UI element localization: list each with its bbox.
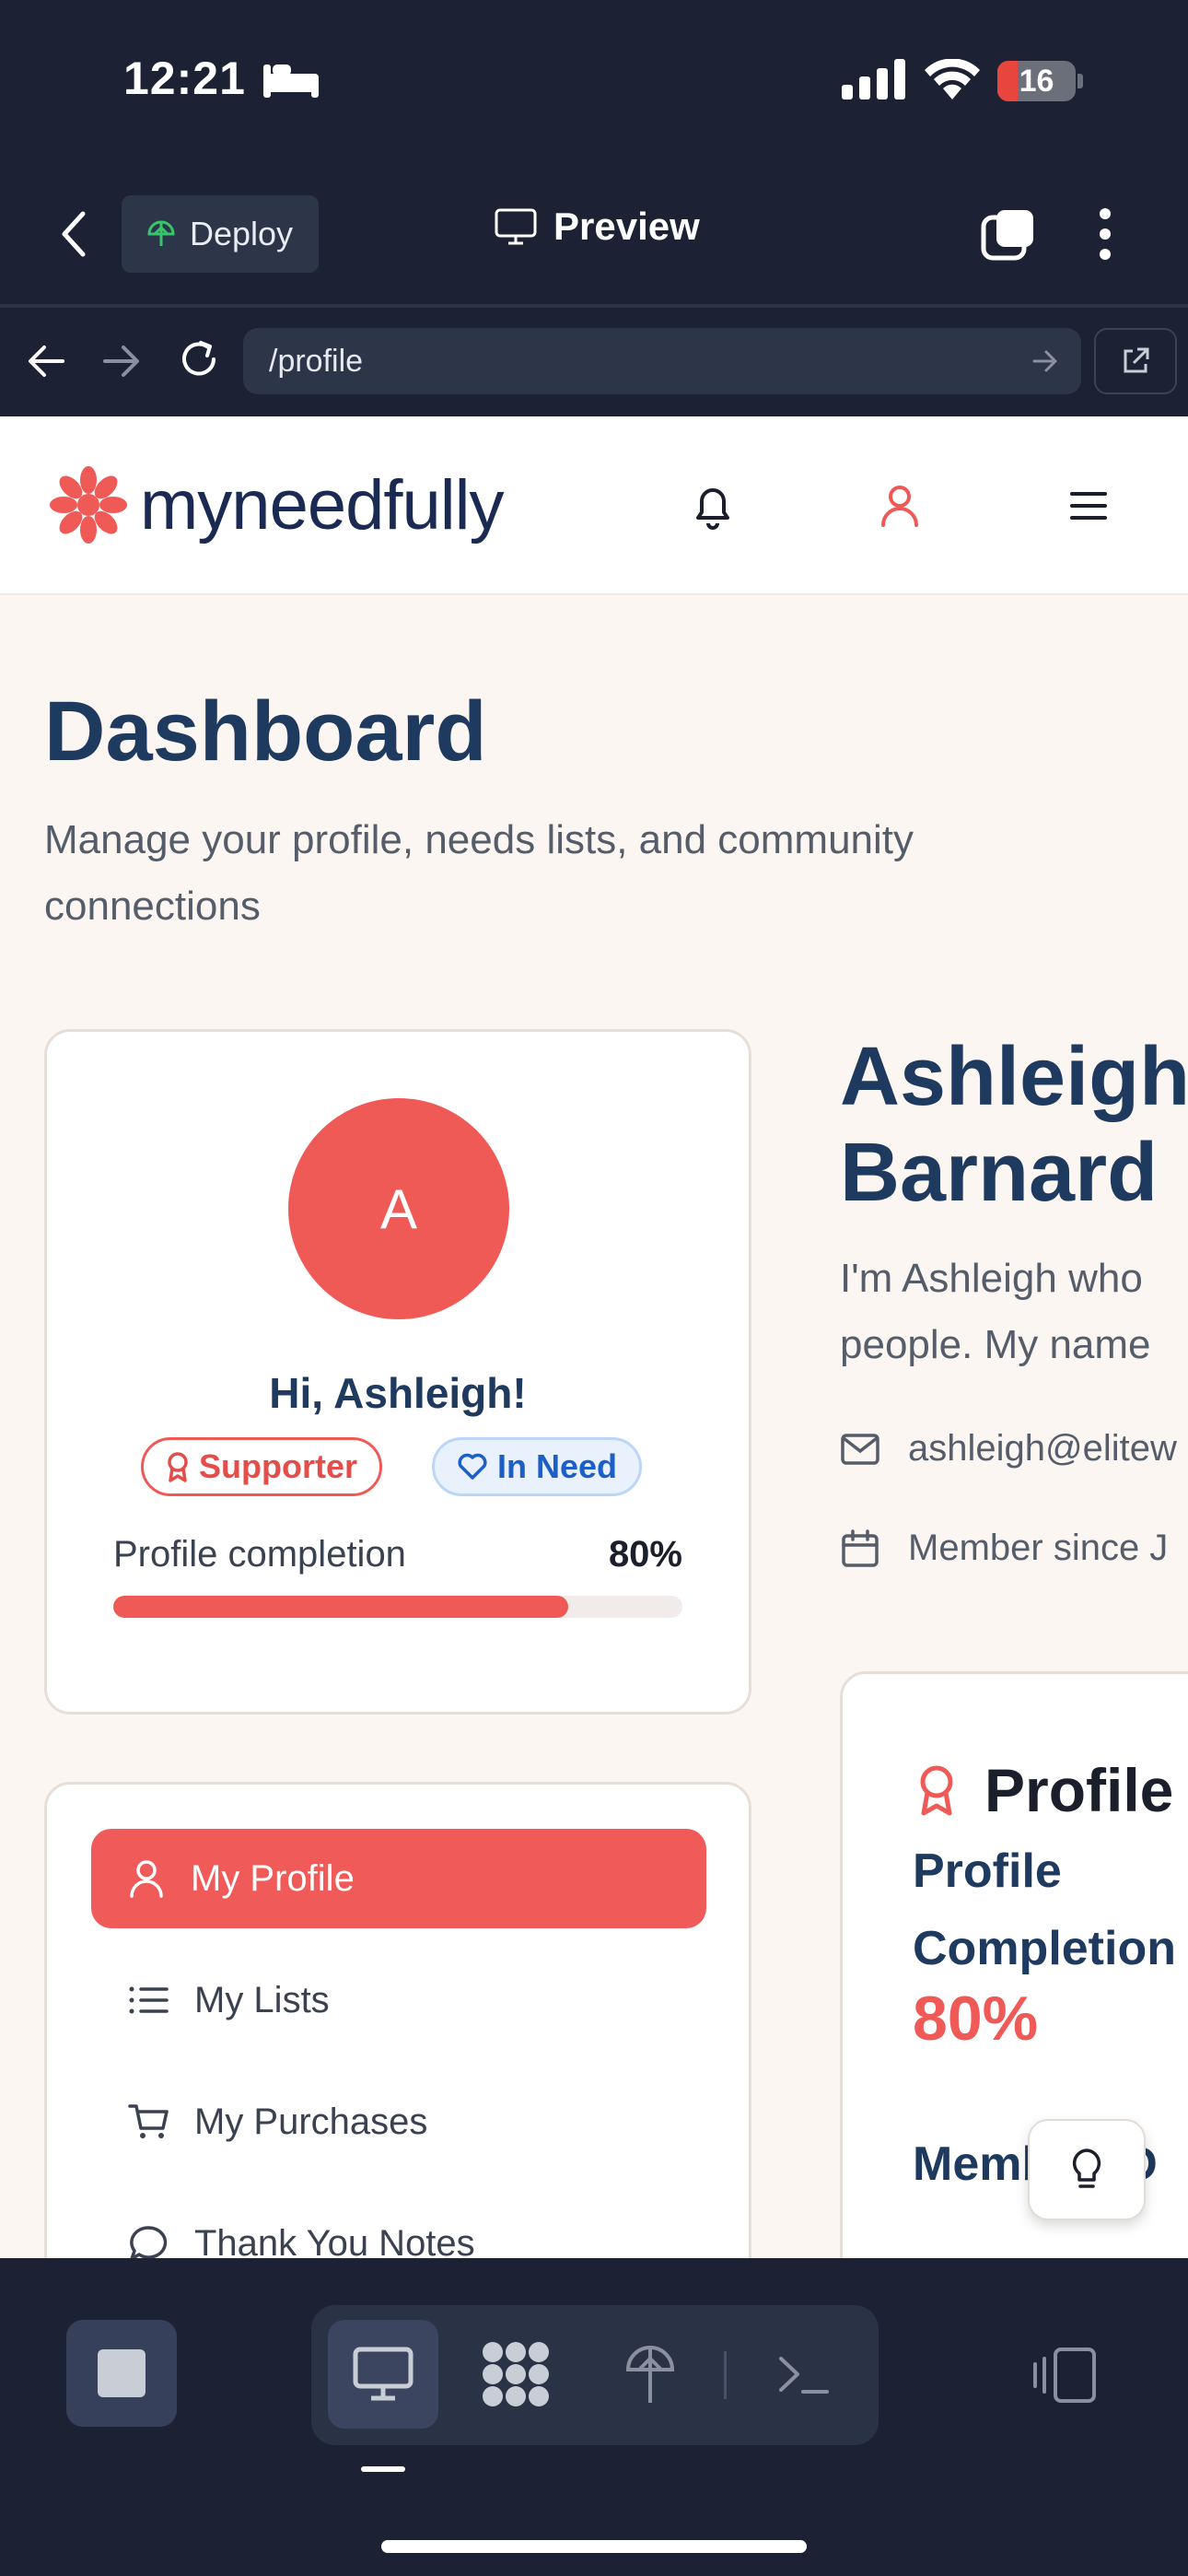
url-field[interactable]: /profile — [243, 328, 1081, 394]
sleep-mode-icon — [262, 61, 320, 100]
stop-icon — [98, 2349, 146, 2397]
member-since-row: Member since J — [840, 1528, 1168, 1569]
nav-item-label: Thank You Notes — [194, 2222, 475, 2259]
list-icon — [128, 1984, 169, 2017]
supporter-badge-label: Supporter — [199, 1447, 358, 1485]
monitor-icon — [495, 208, 537, 245]
profile-last-name: Barnard — [840, 1127, 1159, 1219]
in-need-badge-label: In Need — [497, 1447, 618, 1485]
lightbulb-icon — [1070, 2147, 1103, 2193]
overview-title-row: Profile — [916, 1755, 1173, 1825]
agent-view-button[interactable] — [460, 2320, 571, 2429]
device-rotate-icon[interactable] — [1030, 2346, 1100, 2405]
deployments-view-button[interactable] — [595, 2320, 705, 2429]
page-title: Dashboard — [44, 685, 487, 779]
preview-view-button[interactable] — [328, 2320, 438, 2429]
deploy-icon — [623, 2342, 678, 2406]
status-bar: 12:21 16 — [0, 0, 1188, 175]
avatar-initial: A — [379, 1177, 418, 1240]
supporter-badge: Supporter — [141, 1437, 383, 1496]
profile-summary-card: A Hi, Ashleigh! Supporter In Need Profil… — [44, 1029, 751, 1715]
calendar-icon — [840, 1528, 880, 1569]
web-viewport: myneedfully Dashboard Manage your profil… — [0, 416, 1188, 2258]
terminal-icon — [775, 2351, 831, 2397]
profile-completion-fill — [113, 1596, 569, 1618]
nav-item-label: My Profile — [191, 1857, 355, 1899]
completion-stat-label-line: Completion — [913, 1922, 1176, 1975]
nav-item-my-purchases[interactable]: My Purchases — [91, 2072, 706, 2172]
preview-label: Preview — [553, 205, 700, 248]
deploy-icon — [146, 218, 177, 250]
brand-name: myneedfully — [140, 465, 505, 544]
agent-icon — [480, 2339, 552, 2409]
nav-item-label: My Purchases — [194, 2101, 428, 2142]
home-indicator[interactable] — [381, 2540, 807, 2553]
profile-completion-label: Profile completion — [113, 1534, 406, 1575]
profile-bio: I'm Ashleigh who people. My name — [840, 1246, 1188, 1378]
back-chevron-icon[interactable] — [55, 208, 92, 260]
nav-item-my-lists[interactable]: My Lists — [91, 1950, 706, 2050]
tips-button[interactable] — [1028, 2119, 1146, 2220]
member-since: Member since J — [908, 1528, 1169, 1568]
console-view-button[interactable] — [748, 2320, 858, 2429]
browser-forward-icon[interactable] — [101, 343, 142, 380]
cellular-signal-icon — [842, 59, 906, 100]
url-text: /profile — [269, 343, 364, 379]
view-switcher — [311, 2305, 879, 2445]
preview-tab[interactable]: Preview — [495, 205, 700, 249]
switcher-divider — [724, 2351, 727, 2399]
deploy-button[interactable]: Deploy — [122, 195, 319, 273]
nav-item-label: My Lists — [194, 1979, 330, 2020]
more-options-icon[interactable] — [1092, 206, 1118, 262]
completion-stat-label-line: Profile — [913, 1844, 1062, 1898]
completion-stat-label: Profile Completion — [913, 1832, 1176, 1987]
profile-email-row: ashleigh@elitew — [840, 1428, 1177, 1469]
toolbar-divider — [0, 304, 1188, 308]
go-arrow-icon[interactable] — [1031, 348, 1059, 374]
mail-icon — [840, 1433, 880, 1466]
chat-bubble-icon — [128, 2224, 169, 2258]
notifications-bell-icon[interactable] — [691, 483, 735, 531]
status-time: 12:21 — [123, 53, 246, 104]
profile-completion-value: 80% — [608, 1534, 682, 1575]
completion-stat-value: 80% — [913, 1984, 1039, 2054]
site-header: myneedfully — [0, 416, 1188, 595]
nav-item-my-profile[interactable]: My Profile — [91, 1829, 706, 1928]
battery-indicator: 16 — [997, 61, 1076, 101]
account-user-icon[interactable] — [879, 483, 921, 529]
external-link-icon — [1120, 345, 1151, 377]
overview-title: Profile — [984, 1756, 1174, 1824]
profile-name: Ashleigh Barnard — [840, 1029, 1188, 1221]
profile-bio-line: people. My name — [840, 1322, 1151, 1367]
reload-icon[interactable] — [177, 337, 221, 381]
open-external-button[interactable] — [1094, 328, 1177, 394]
profile-bio-line: I'm Ashleigh who — [840, 1256, 1143, 1301]
stop-button[interactable] — [66, 2320, 177, 2427]
award-icon — [166, 1451, 190, 1482]
greeting: Hi, Ashleigh! — [269, 1369, 527, 1417]
battery-level: 16 — [1019, 64, 1054, 99]
award-icon — [916, 1763, 957, 1817]
tabs-icon[interactable] — [980, 206, 1037, 263]
avatar: A — [288, 1098, 509, 1319]
heart-icon — [457, 1453, 488, 1481]
profile-first-name: Ashleigh — [840, 1031, 1188, 1123]
user-icon — [128, 1858, 165, 1899]
battery-tip — [1077, 74, 1083, 88]
brand-logo[interactable]: myneedfully — [44, 461, 505, 549]
brand-mark-icon — [44, 461, 133, 549]
browser-back-icon[interactable] — [26, 343, 66, 380]
cart-icon — [128, 2102, 169, 2141]
active-view-indicator — [361, 2466, 405, 2472]
profile-email: ashleigh@elitew — [908, 1428, 1177, 1469]
nav-item-thank-you-notes[interactable]: Thank You Notes — [91, 2194, 706, 2258]
profile-completion-progress — [113, 1596, 682, 1618]
wifi-icon — [925, 59, 980, 100]
in-need-badge: In Need — [432, 1437, 643, 1496]
hamburger-menu-icon[interactable] — [1068, 488, 1109, 523]
dashboard-nav-card: My Profile My Lists My Purchases Thank Y… — [44, 1782, 751, 2258]
deploy-label: Deploy — [190, 215, 294, 252]
monitor-icon — [353, 2347, 413, 2402]
page-subtitle: Manage your profile, needs lists, and co… — [44, 817, 914, 929]
